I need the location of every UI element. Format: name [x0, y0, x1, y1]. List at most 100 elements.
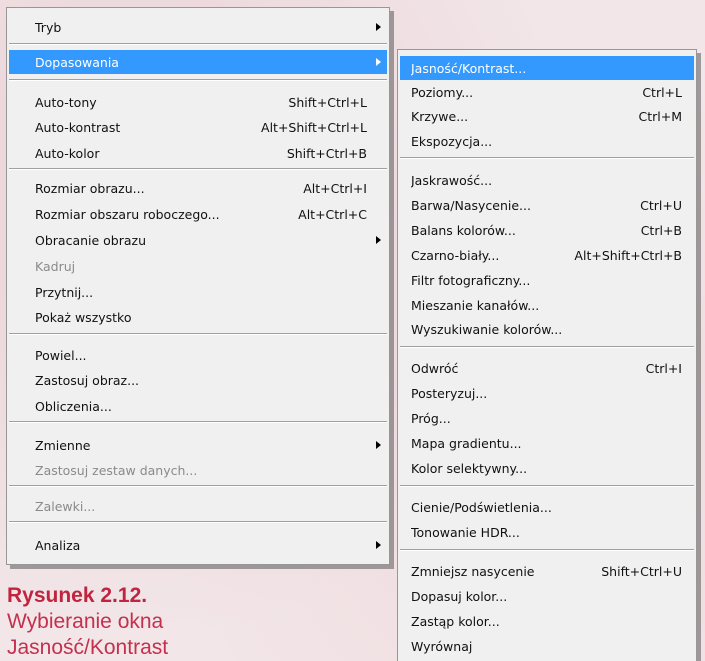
menu-separator — [9, 521, 387, 523]
menu-item-kadruj: Kadruj — [9, 254, 387, 278]
menu-item-shortcut: Alt+Ctrl+C — [298, 206, 367, 222]
menu-item-zmniejsz-nasycenie[interactable]: Zmniejsz nasycenie Shift+Ctrl+U — [400, 559, 694, 583]
menu-item-dopasuj-kolor[interactable]: Dopasuj kolor... — [400, 584, 694, 608]
menu-item-shortcut: Shift+Ctrl+U — [601, 563, 682, 579]
menu-item-mapa-gradientu[interactable]: Mapa gradientu... — [400, 431, 694, 455]
menu-separator — [400, 157, 694, 159]
menu-item-shortcut: Alt+Shift+Ctrl+B — [574, 247, 682, 263]
submenu-arrow-icon — [376, 541, 381, 549]
figure-caption: Rysunek 2.12. Wybieranie okna Jasność/Ko… — [7, 583, 387, 661]
menu-separator — [400, 485, 694, 487]
menu-item-jaskrawosc[interactable]: Jaskrawość... — [400, 168, 694, 192]
menu-item-posteryzuj[interactable]: Posteryzuj... — [400, 381, 694, 405]
menu-item-tryb[interactable]: Tryb — [9, 15, 387, 39]
menu-item-shortcut: Alt+Shift+Ctrl+L — [261, 119, 367, 135]
submenu-arrow-icon — [376, 236, 381, 244]
caption-title: Rysunek 2.12. — [7, 584, 148, 607]
menu-item-label: Ekspozycja... — [411, 133, 493, 149]
menu-item-label: Jaskrawość... — [411, 172, 493, 188]
menu-item-label: Kolor selektywny... — [411, 460, 528, 476]
menu-item-dopasowania[interactable]: Dopasowania — [9, 50, 387, 74]
menu-item-kolor-selektywny[interactable]: Kolor selektywny... — [400, 456, 694, 480]
menu-item-label: Poziomy... — [411, 84, 474, 100]
menu-item-label: Próg... — [411, 410, 451, 426]
menu-item-label: Zmniejsz nasycenie — [411, 563, 535, 579]
menu-item-label: Zastosuj zestaw danych... — [35, 462, 198, 478]
menu-item-label: Dopasuj kolor... — [411, 588, 508, 604]
menu-item-auto-kontrast[interactable]: Auto-kontrast Alt+Shift+Ctrl+L — [9, 115, 387, 139]
menu-item-label: Rozmiar obszaru roboczego... — [35, 206, 220, 222]
menu-item-ekspozycja[interactable]: Ekspozycja... — [400, 129, 694, 153]
menu-item-auto-tony[interactable]: Auto-tony Shift+Ctrl+L — [9, 90, 387, 114]
menu-item-label: Rozmiar obrazu... — [35, 180, 145, 196]
menu-item-zmienne[interactable]: Zmienne — [9, 433, 387, 457]
menu-item-shortcut: Ctrl+I — [645, 360, 682, 376]
menu-item-filtr-fotograficzny[interactable]: Filtr fotograficzny... — [400, 268, 694, 292]
menu-item-label: Pokaż wszystko — [35, 309, 132, 325]
menu-item-przytnij[interactable]: Przytnij... — [9, 280, 387, 304]
menu-item-mieszanie-kanalow[interactable]: Mieszanie kanałów... — [400, 293, 694, 317]
menu-item-wyrownaj[interactable]: Wyrównaj — [400, 634, 694, 658]
menu-item-zastosuj-obraz[interactable]: Zastosuj obraz... — [9, 368, 387, 392]
menu-separator — [9, 421, 387, 423]
menu-item-label: Auto-kolor — [35, 145, 100, 161]
menu-item-zastosuj-zestaw: Zastosuj zestaw danych... — [9, 458, 387, 482]
menu-item-shortcut: Ctrl+L — [642, 84, 682, 100]
menu-item-czarno-bialy[interactable]: Czarno-biały... Alt+Shift+Ctrl+B — [400, 243, 694, 267]
adjustments-submenu: Jasność/Kontrast... Poziomy... Ctrl+L Kr… — [397, 49, 697, 661]
menu-item-label: Wyrównaj — [411, 638, 473, 654]
menu-item-label: Balans kolorów... — [411, 222, 516, 238]
menu-item-shortcut: Ctrl+M — [638, 108, 683, 124]
menu-item-label: Cienie/Podświetlenia... — [411, 499, 552, 515]
menu-separator — [400, 346, 694, 348]
menu-item-label: Zalewki... — [35, 498, 96, 514]
menu-item-obliczenia[interactable]: Obliczenia... — [9, 394, 387, 418]
menu-item-obracanie[interactable]: Obracanie obrazu — [9, 228, 387, 252]
menu-item-shortcut: Shift+Ctrl+B — [286, 145, 367, 161]
menu-item-tonowanie-hdr[interactable]: Tonowanie HDR... — [400, 520, 694, 544]
menu-separator — [9, 168, 387, 170]
menu-item-auto-kolor[interactable]: Auto-kolor Shift+Ctrl+B — [9, 141, 387, 165]
menu-item-label: Wyszukiwanie kolorów... — [411, 321, 563, 337]
menu-item-label: Filtr fotograficzny... — [411, 272, 531, 288]
menu-item-label: Mieszanie kanałów... — [411, 297, 540, 313]
menu-item-zalewki: Zalewki... — [9, 494, 387, 518]
menu-separator — [9, 333, 387, 335]
menu-item-label: Tonowanie HDR... — [411, 524, 520, 540]
menu-item-label: Odwróć — [411, 360, 459, 376]
menu-item-label: Krzywe... — [411, 108, 469, 124]
menu-item-krzywe[interactable]: Krzywe... Ctrl+M — [400, 104, 694, 128]
caption-line: Jasność/Kontrast — [7, 636, 169, 659]
menu-item-barwa-nasycenie[interactable]: Barwa/Nasycenie... Ctrl+U — [400, 193, 694, 217]
menu-item-balans-kolorow[interactable]: Balans kolorów... Ctrl+B — [400, 218, 694, 242]
menu-item-rozmiar-obszaru[interactable]: Rozmiar obszaru roboczego... Alt+Ctrl+C — [9, 202, 387, 226]
menu-item-label: Mapa gradientu... — [411, 435, 522, 451]
menu-item-analiza[interactable]: Analiza — [9, 533, 387, 557]
menu-item-label: Czarno-biały... — [411, 247, 500, 263]
menu-item-prog[interactable]: Próg... — [400, 406, 694, 430]
menu-item-label: Zastosuj obraz... — [35, 372, 140, 388]
menu-separator — [9, 79, 387, 81]
menu-item-label: Zmienne — [35, 437, 91, 453]
menu-item-powiel[interactable]: Powiel... — [9, 343, 387, 367]
submenu-arrow-icon — [376, 58, 381, 66]
menu-item-label: Obracanie obrazu — [35, 232, 147, 248]
menu-item-wyszukiwanie-kolorow[interactable]: Wyszukiwanie kolorów... — [400, 317, 694, 341]
menu-item-poziomy[interactable]: Poziomy... Ctrl+L — [400, 80, 694, 104]
menu-item-shortcut: Ctrl+B — [640, 222, 682, 238]
menu-separator — [400, 549, 694, 551]
menu-item-label: Barwa/Nasycenie... — [411, 197, 531, 213]
submenu-arrow-icon — [376, 23, 381, 31]
menu-item-odwroc[interactable]: Odwróć Ctrl+I — [400, 356, 694, 380]
menu-item-label: Jasność/Kontrast... — [411, 60, 527, 76]
menu-item-label: Dopasowania — [35, 54, 119, 70]
menu-item-pokaz-wszystko[interactable]: Pokaż wszystko — [9, 305, 387, 329]
menu-item-jasnosc-kontrast[interactable]: Jasność/Kontrast... — [400, 56, 694, 80]
menu-item-cienie-podswietlenia[interactable]: Cienie/Podświetlenia... — [400, 495, 694, 519]
menu-item-zastap-kolor[interactable]: Zastąp kolor... — [400, 609, 694, 633]
submenu-arrow-icon — [376, 441, 381, 449]
menu-separator — [9, 485, 387, 487]
menu-item-label: Analiza — [35, 537, 81, 553]
menu-item-rozmiar-obrazu[interactable]: Rozmiar obrazu... Alt+Ctrl+I — [9, 176, 387, 200]
menu-item-label: Przytnij... — [35, 284, 94, 300]
